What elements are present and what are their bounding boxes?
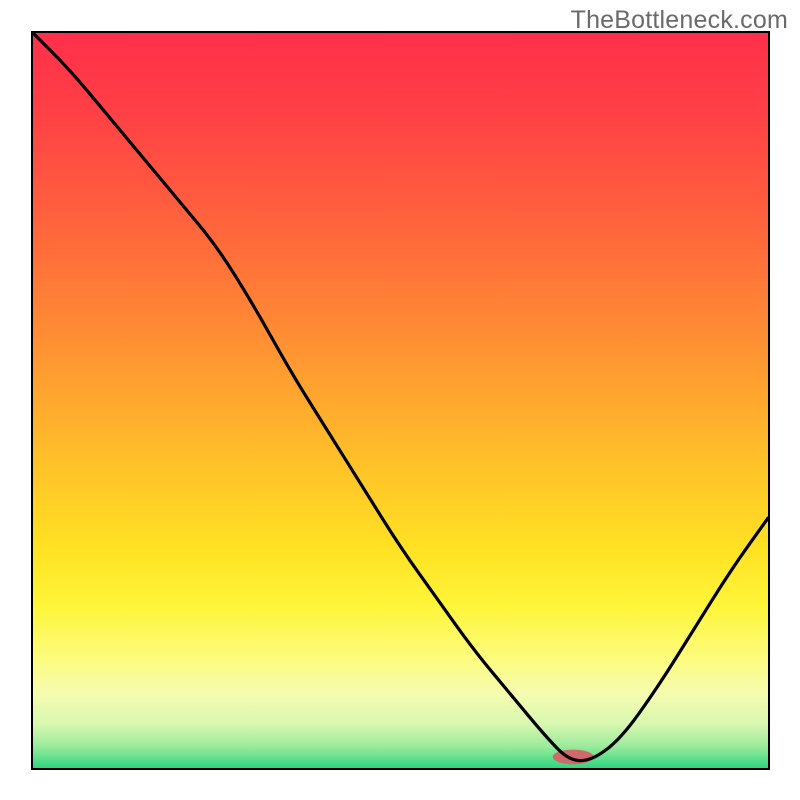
chart-container: TheBottleneck.com bbox=[0, 0, 800, 800]
plot-svg bbox=[33, 33, 768, 768]
plot-background bbox=[33, 33, 768, 768]
watermark-text: TheBottleneck.com bbox=[571, 6, 788, 35]
plot-area bbox=[33, 33, 768, 768]
